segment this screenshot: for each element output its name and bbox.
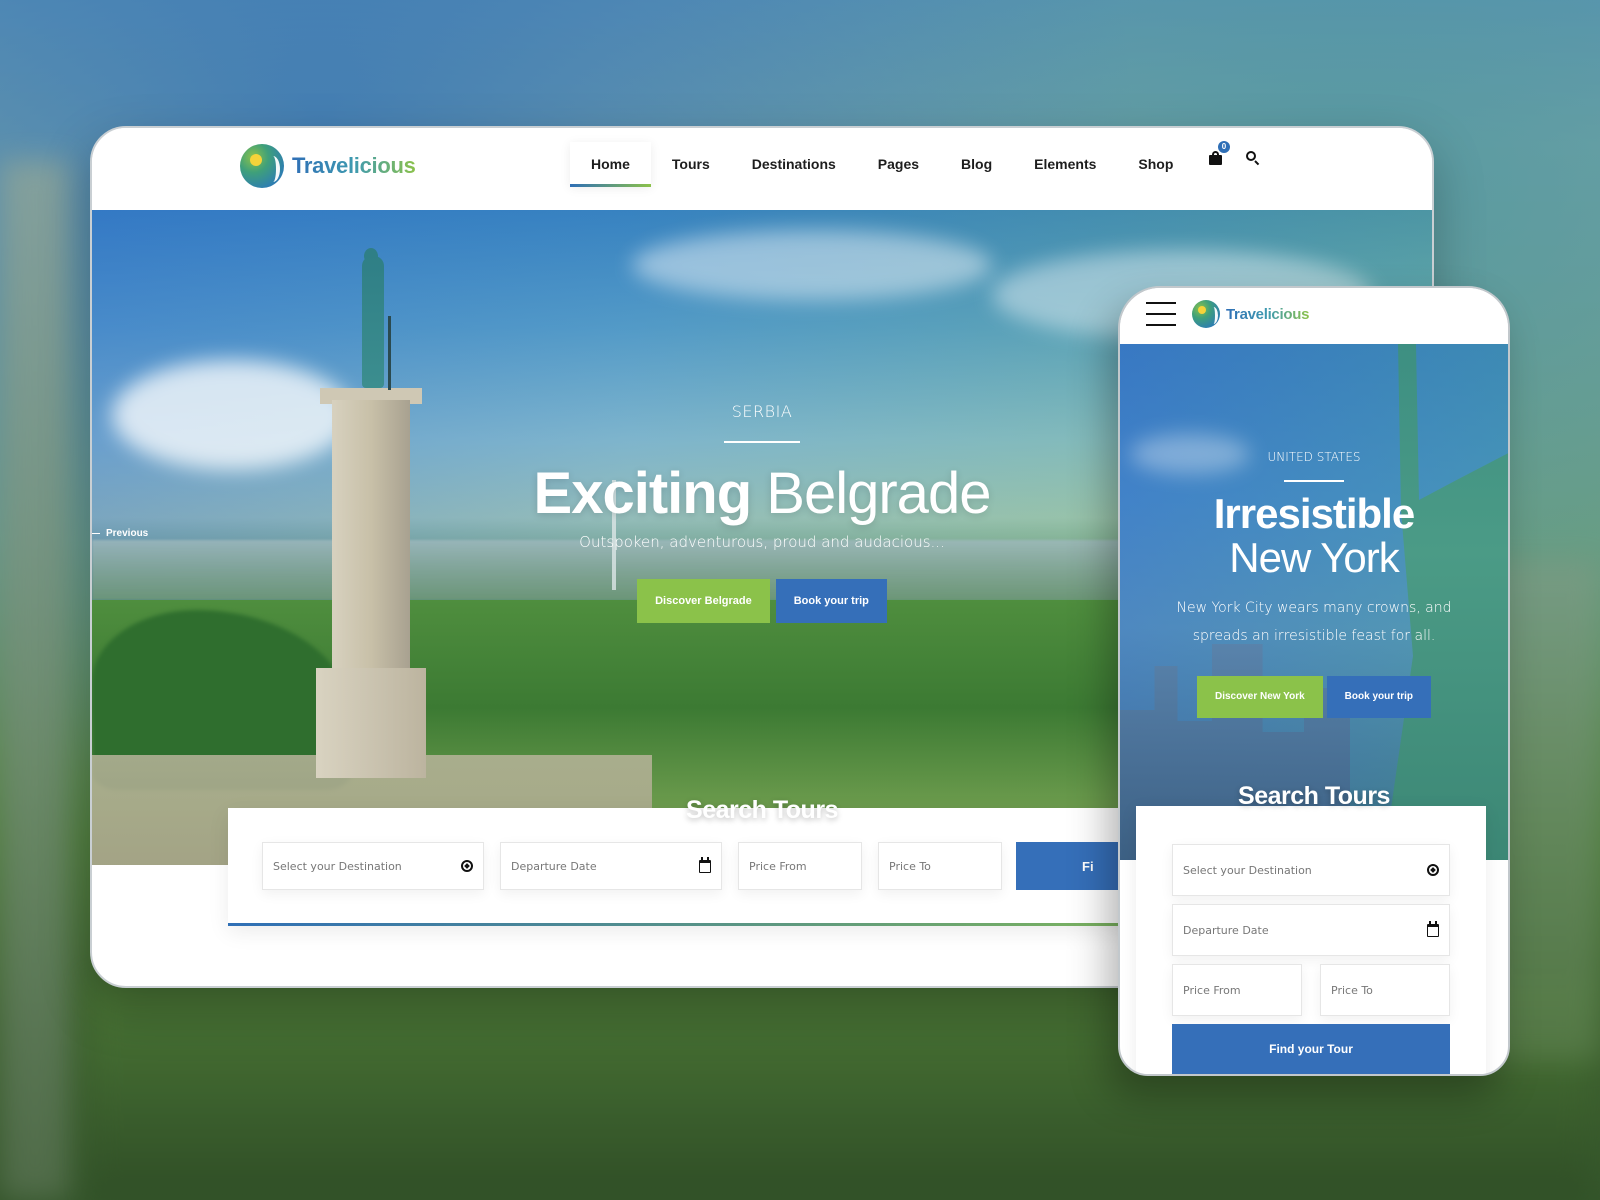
mobile-title-light: New York: [1229, 534, 1399, 581]
mobile-mockup: Travelicious UNITED STATES Irresistible …: [1118, 286, 1510, 1076]
nav-item-elements[interactable]: Elements: [1013, 142, 1117, 186]
calendar-icon: [699, 856, 711, 873]
mobile-hero-subtitle: New York City wears many crowns, and spr…: [1176, 600, 1452, 644]
mobile-price-to-input[interactable]: Price To: [1320, 964, 1450, 1016]
price-from-placeholder: Price From: [1183, 983, 1241, 997]
destination-select[interactable]: Select your Destination: [262, 842, 484, 890]
globe-logo-icon: [240, 144, 284, 188]
monument-base: [316, 668, 426, 778]
mobile-hero-divider: [1284, 480, 1344, 482]
nav-item-blog[interactable]: Blog: [940, 142, 1013, 186]
date-placeholder: Departure Date: [1183, 923, 1269, 937]
logo-text: Travelicious: [1226, 305, 1310, 323]
statue-sword: [388, 316, 391, 390]
mobile-search-heading: Search Tours: [1238, 782, 1390, 810]
background-pillar: [0, 160, 70, 1200]
mobile-hero-country: UNITED STATES: [1267, 450, 1361, 464]
compass-icon: [1427, 864, 1439, 876]
logo-text: Travelicious: [292, 153, 416, 178]
mobile-discover-button[interactable]: Discover New York: [1196, 676, 1323, 718]
globe-logo-icon: [1192, 300, 1220, 328]
site-logo[interactable]: Travelicious: [240, 144, 416, 188]
destination-placeholder: Select your Destination: [273, 859, 402, 873]
nav-item-destinations[interactable]: Destinations: [731, 142, 857, 186]
mobile-book-trip-button[interactable]: Book your trip: [1326, 676, 1432, 718]
departure-date-input[interactable]: Departure Date: [500, 842, 722, 890]
victor-statue: [362, 256, 384, 388]
mobile-logo[interactable]: Travelicious: [1192, 300, 1309, 328]
hamburger-icon[interactable]: [1146, 302, 1176, 326]
mobile-find-tour-button[interactable]: Find your Tour: [1172, 1024, 1450, 1074]
nav-item-shop[interactable]: Shop: [1117, 142, 1194, 186]
mobile-destination-select[interactable]: Select your Destination: [1172, 844, 1450, 896]
compass-icon: [461, 860, 473, 872]
main-nav: Home Tours Destinations Pages Blog Eleme…: [570, 142, 1194, 187]
mobile-search-form: Select your Destination Departure Date P…: [1136, 806, 1486, 1074]
shopping-bag-icon[interactable]: 0: [1208, 141, 1230, 166]
book-trip-button[interactable]: Book your trip: [775, 579, 887, 623]
mobile-departure-date-input[interactable]: Departure Date: [1172, 904, 1450, 956]
site-header: Travelicious Home Tours Destinations Pag…: [92, 128, 1432, 210]
price-from-placeholder: Price From: [749, 859, 807, 873]
mobile-hero-title: Irresistible New York: [1120, 492, 1508, 580]
hero-title-light: Belgrade: [766, 461, 991, 526]
destination-placeholder: Select your Destination: [1183, 863, 1312, 877]
hero-title-bold: Exciting: [533, 461, 753, 526]
nav-item-pages[interactable]: Pages: [857, 142, 940, 186]
header-icons: 0: [1208, 141, 1260, 166]
price-to-placeholder: Price To: [1331, 983, 1373, 997]
nav-item-home[interactable]: Home: [570, 142, 651, 187]
price-to-input[interactable]: Price To: [878, 842, 1002, 890]
nav-item-tours[interactable]: Tours: [651, 142, 731, 186]
mobile-hero-content: UNITED STATES Irresistible New York New …: [1120, 450, 1508, 718]
mobile-price-from-input[interactable]: Price From: [1172, 964, 1302, 1016]
cart-count-badge: 0: [1218, 141, 1230, 153]
discover-button[interactable]: Discover Belgrade: [637, 579, 770, 623]
cloud: [632, 230, 992, 300]
price-from-input[interactable]: Price From: [738, 842, 862, 890]
hero-divider: [724, 441, 800, 443]
date-placeholder: Departure Date: [511, 859, 597, 873]
calendar-icon: [1427, 920, 1439, 937]
price-to-placeholder: Price To: [889, 859, 931, 873]
mobile-title-bold: Irresistible: [1213, 490, 1415, 537]
mobile-header: Travelicious: [1120, 288, 1508, 344]
mobile-hero-buttons: Discover New York Book your trip: [1120, 676, 1508, 718]
search-icon[interactable]: [1246, 151, 1260, 166]
